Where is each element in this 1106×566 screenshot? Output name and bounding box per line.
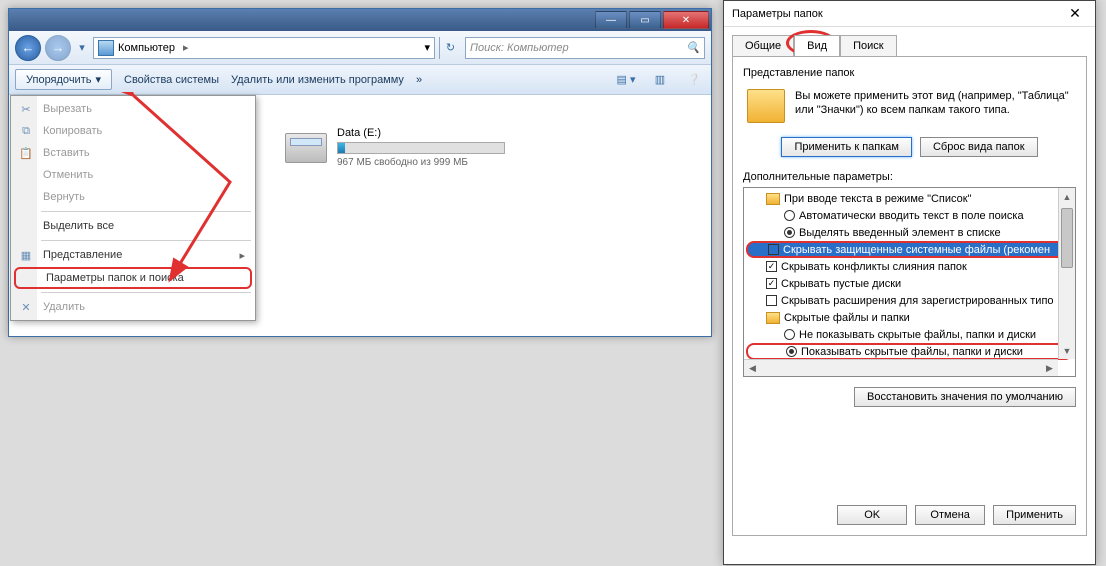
menu-cut[interactable]: ✂Вырезать bbox=[13, 98, 253, 120]
nav-bar: ← → ▾ Компьютер ▸ ▾ ↻ Поиск: Компьютер 🔍 bbox=[9, 31, 711, 65]
computer-icon bbox=[98, 40, 114, 56]
submenu-arrow-icon: ▸ bbox=[239, 249, 245, 262]
help-button[interactable]: ❔ bbox=[683, 69, 705, 91]
search-input[interactable]: Поиск: Компьютер 🔍 bbox=[465, 37, 705, 59]
layout-icon: ▦ bbox=[18, 247, 34, 263]
vertical-scrollbar[interactable]: ▲ ▼ bbox=[1058, 188, 1075, 359]
menu-layout[interactable]: ▦Представление▸ bbox=[13, 244, 253, 266]
horizontal-scrollbar[interactable]: ◀ ▶ bbox=[744, 359, 1058, 376]
tree-check-hide-ext[interactable]: Скрывать расширения для зарегистрированн… bbox=[746, 292, 1073, 309]
radio-icon bbox=[784, 329, 795, 340]
search-placeholder: Поиск: Компьютер bbox=[470, 42, 569, 54]
advanced-settings-tree[interactable]: При вводе текста в режиме "Список" Автом… bbox=[743, 187, 1076, 377]
folder-views-group-label: Представление папок bbox=[743, 67, 1076, 79]
maximize-button[interactable]: ▭ bbox=[629, 11, 661, 29]
address-dropdown-icon[interactable]: ▾ bbox=[424, 41, 430, 54]
delete-icon: ✕ bbox=[18, 299, 34, 315]
tree-radio-select-typed[interactable]: Выделять введенный элемент в списке bbox=[746, 224, 1073, 241]
scroll-up-icon[interactable]: ▲ bbox=[1059, 188, 1075, 205]
menu-undo[interactable]: Отменить bbox=[13, 164, 253, 186]
preview-pane-button[interactable]: ▥ bbox=[649, 69, 671, 91]
menu-paste[interactable]: 📋Вставить bbox=[13, 142, 253, 164]
dialog-body: Представление папок Вы можете применить … bbox=[732, 56, 1087, 536]
command-bar: Упорядочить ▾ Свойства системы Удалить и… bbox=[9, 65, 711, 95]
tree-group[interactable]: При вводе текста в режиме "Список" bbox=[746, 190, 1073, 207]
explorer-titlebar[interactable]: — ▭ ✕ bbox=[9, 9, 711, 31]
tab-general[interactable]: Общие bbox=[732, 35, 794, 56]
dialog-title: Параметры папок bbox=[732, 8, 823, 20]
folder-views-text: Вы можете применить этот вид (например, … bbox=[795, 89, 1072, 118]
forward-button[interactable]: → bbox=[45, 35, 71, 61]
folder-icon bbox=[747, 89, 785, 123]
tree-radio-show-hidden[interactable]: Показывать скрытые файлы, папки и диски bbox=[746, 343, 1073, 360]
system-properties-button[interactable]: Свойства системы bbox=[124, 74, 219, 86]
close-button[interactable]: ✕ bbox=[663, 11, 709, 29]
address-bar[interactable]: Компьютер ▸ ▾ bbox=[93, 37, 435, 59]
checkbox-icon bbox=[766, 295, 777, 306]
apply-to-folders-button[interactable]: Применить к папкам bbox=[781, 137, 912, 157]
paste-icon: 📋 bbox=[18, 145, 34, 161]
tree-check-hide-merge[interactable]: Скрывать конфликты слияния папок bbox=[746, 258, 1073, 275]
menu-redo[interactable]: Вернуть bbox=[13, 186, 253, 208]
radio-icon bbox=[786, 346, 797, 357]
drive-item[interactable]: Data (E:) 967 МБ свободно из 999 МБ bbox=[285, 127, 505, 168]
dialog-footer: OK Отмена Применить bbox=[733, 495, 1086, 535]
drive-usage-bar bbox=[337, 142, 505, 154]
scroll-thumb[interactable] bbox=[1061, 208, 1073, 268]
tree-check-hide-empty[interactable]: Скрывать пустые диски bbox=[746, 275, 1073, 292]
breadcrumb-arrow[interactable]: ▸ bbox=[179, 41, 193, 54]
scroll-left-icon[interactable]: ◀ bbox=[744, 360, 761, 376]
menu-copy[interactable]: ⧉Копировать bbox=[13, 120, 253, 142]
advanced-settings-label: Дополнительные параметры: bbox=[743, 171, 1076, 183]
toolbar-overflow[interactable]: » bbox=[416, 74, 422, 86]
search-icon: 🔍 bbox=[686, 41, 700, 54]
tree-group-hidden[interactable]: Скрытые файлы и папки bbox=[746, 309, 1073, 326]
dialog-close-button[interactable]: ✕ bbox=[1063, 5, 1087, 22]
checkbox-icon bbox=[768, 244, 779, 255]
tree-radio-auto-type[interactable]: Автоматически вводить текст в поле поиск… bbox=[746, 207, 1073, 224]
back-button[interactable]: ← bbox=[15, 35, 41, 61]
cancel-button[interactable]: Отмена bbox=[915, 505, 985, 525]
radio-icon bbox=[784, 227, 795, 238]
minimize-button[interactable]: — bbox=[595, 11, 627, 29]
drive-free-text: 967 МБ свободно из 999 МБ bbox=[337, 157, 505, 168]
radio-icon bbox=[784, 210, 795, 221]
menu-separator bbox=[41, 292, 251, 293]
organize-label: Упорядочить bbox=[26, 74, 91, 86]
nav-history-dropdown[interactable]: ▾ bbox=[75, 35, 89, 61]
copy-icon: ⧉ bbox=[18, 123, 34, 139]
folder-icon bbox=[766, 312, 780, 324]
scissors-icon: ✂ bbox=[18, 101, 34, 117]
dialog-titlebar[interactable]: Параметры папок ✕ bbox=[724, 1, 1095, 27]
tree-check-hide-protected[interactable]: Скрывать защищенные системные файлы (рек… bbox=[746, 241, 1073, 258]
view-mode-button[interactable]: ▤ ▾ bbox=[615, 69, 637, 91]
tree-radio-dont-show-hidden[interactable]: Не показывать скрытые файлы, папки и дис… bbox=[746, 326, 1073, 343]
tab-search[interactable]: Поиск bbox=[840, 35, 896, 56]
folder-icon bbox=[766, 193, 780, 205]
menu-folder-options[interactable]: Параметры папок и поиска bbox=[14, 267, 252, 289]
restore-defaults-button[interactable]: Восстановить значения по умолчанию bbox=[854, 387, 1076, 407]
chevron-down-icon: ▾ bbox=[95, 73, 101, 86]
checkbox-icon bbox=[766, 278, 777, 289]
organize-button[interactable]: Упорядочить ▾ bbox=[15, 69, 112, 90]
uninstall-program-button[interactable]: Удалить или изменить программу bbox=[231, 74, 404, 86]
dialog-tabs: Общие Вид Поиск bbox=[724, 27, 1095, 56]
scroll-down-icon[interactable]: ▼ bbox=[1059, 342, 1075, 359]
folder-options-dialog: Параметры папок ✕ Общие Вид Поиск Предст… bbox=[723, 0, 1096, 565]
menu-separator bbox=[41, 211, 251, 212]
checkbox-icon bbox=[766, 261, 777, 272]
menu-delete[interactable]: ✕Удалить bbox=[13, 296, 253, 318]
refresh-button[interactable]: ↻ bbox=[439, 37, 461, 59]
ok-button[interactable]: OK bbox=[837, 505, 907, 525]
apply-button[interactable]: Применить bbox=[993, 505, 1076, 525]
menu-select-all[interactable]: Выделить все bbox=[13, 215, 253, 237]
hdd-icon bbox=[285, 133, 327, 163]
organize-menu: ✂Вырезать ⧉Копировать 📋Вставить Отменить… bbox=[10, 95, 256, 321]
address-text: Компьютер bbox=[118, 42, 175, 54]
menu-separator bbox=[41, 240, 251, 241]
scroll-right-icon[interactable]: ▶ bbox=[1041, 360, 1058, 376]
tab-view[interactable]: Вид bbox=[794, 35, 840, 56]
drive-name: Data (E:) bbox=[337, 127, 505, 139]
reset-folders-button[interactable]: Сброс вида папок bbox=[920, 137, 1038, 157]
